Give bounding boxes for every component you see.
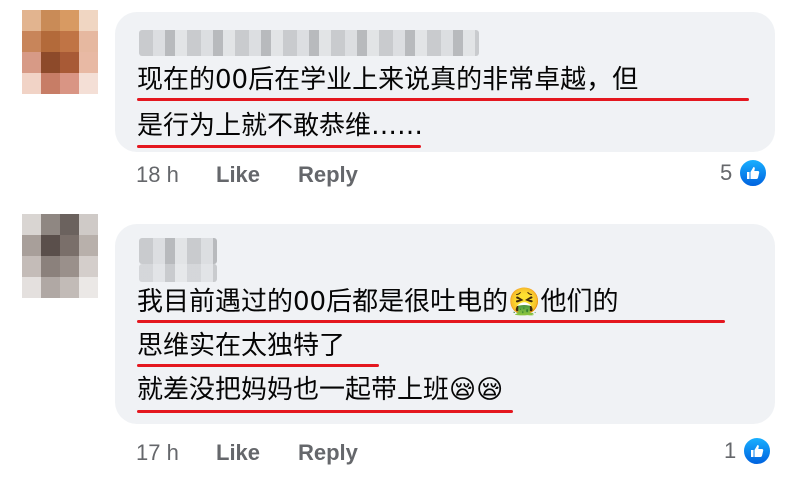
comment-timestamp[interactable]: 17 h — [136, 440, 179, 466]
comment-text-line: 现在的00后在学业上来说真的非常卓越，但 — [137, 65, 639, 95]
comment-bubble: 我目前遇过的00后都是很吐电的🤮他们的 思维实在太独特了 就差没把妈妈也一起带上… — [115, 224, 775, 424]
comment-text-line: 是行为上就不敢恭维…… — [137, 111, 424, 141]
like-button[interactable]: Like — [216, 162, 260, 188]
nauseated-face-icon: 🤮 — [508, 287, 541, 317]
red-underline — [137, 364, 379, 367]
reaction-summary[interactable]: 5 — [720, 158, 769, 188]
red-underline — [137, 98, 749, 101]
comment-text-line: 思维实在太独特了 — [137, 331, 346, 361]
avatar[interactable] — [22, 214, 98, 298]
like-button[interactable]: Like — [216, 440, 260, 466]
comment-text-line: 就差没把妈妈也一起带上班😪😪 — [137, 375, 504, 405]
commenter-name[interactable] — [139, 30, 479, 56]
comment-text-line: 我目前遇过的00后都是很吐电的🤮他们的 — [137, 287, 619, 317]
red-underline — [137, 145, 421, 148]
thumbs-up-icon — [738, 158, 769, 188]
reply-button[interactable]: Reply — [298, 162, 358, 188]
reaction-count: 5 — [720, 160, 733, 185]
reaction-summary[interactable]: 1 — [724, 436, 773, 466]
commenter-name[interactable] — [139, 238, 217, 264]
red-underline — [137, 410, 513, 413]
comment-timestamp[interactable]: 18 h — [136, 162, 179, 188]
reply-button[interactable]: Reply — [298, 440, 358, 466]
reaction-count: 1 — [724, 438, 737, 463]
comment-bubble: 现在的00后在学业上来说真的非常卓越，但 是行为上就不敢恭维…… — [115, 12, 775, 152]
red-underline — [137, 320, 725, 323]
thumbs-up-icon — [742, 436, 773, 466]
commenter-name-blur — [139, 264, 217, 282]
avatar[interactable] — [22, 10, 98, 94]
sleepy-face-icon: 😪😪 — [449, 375, 504, 405]
